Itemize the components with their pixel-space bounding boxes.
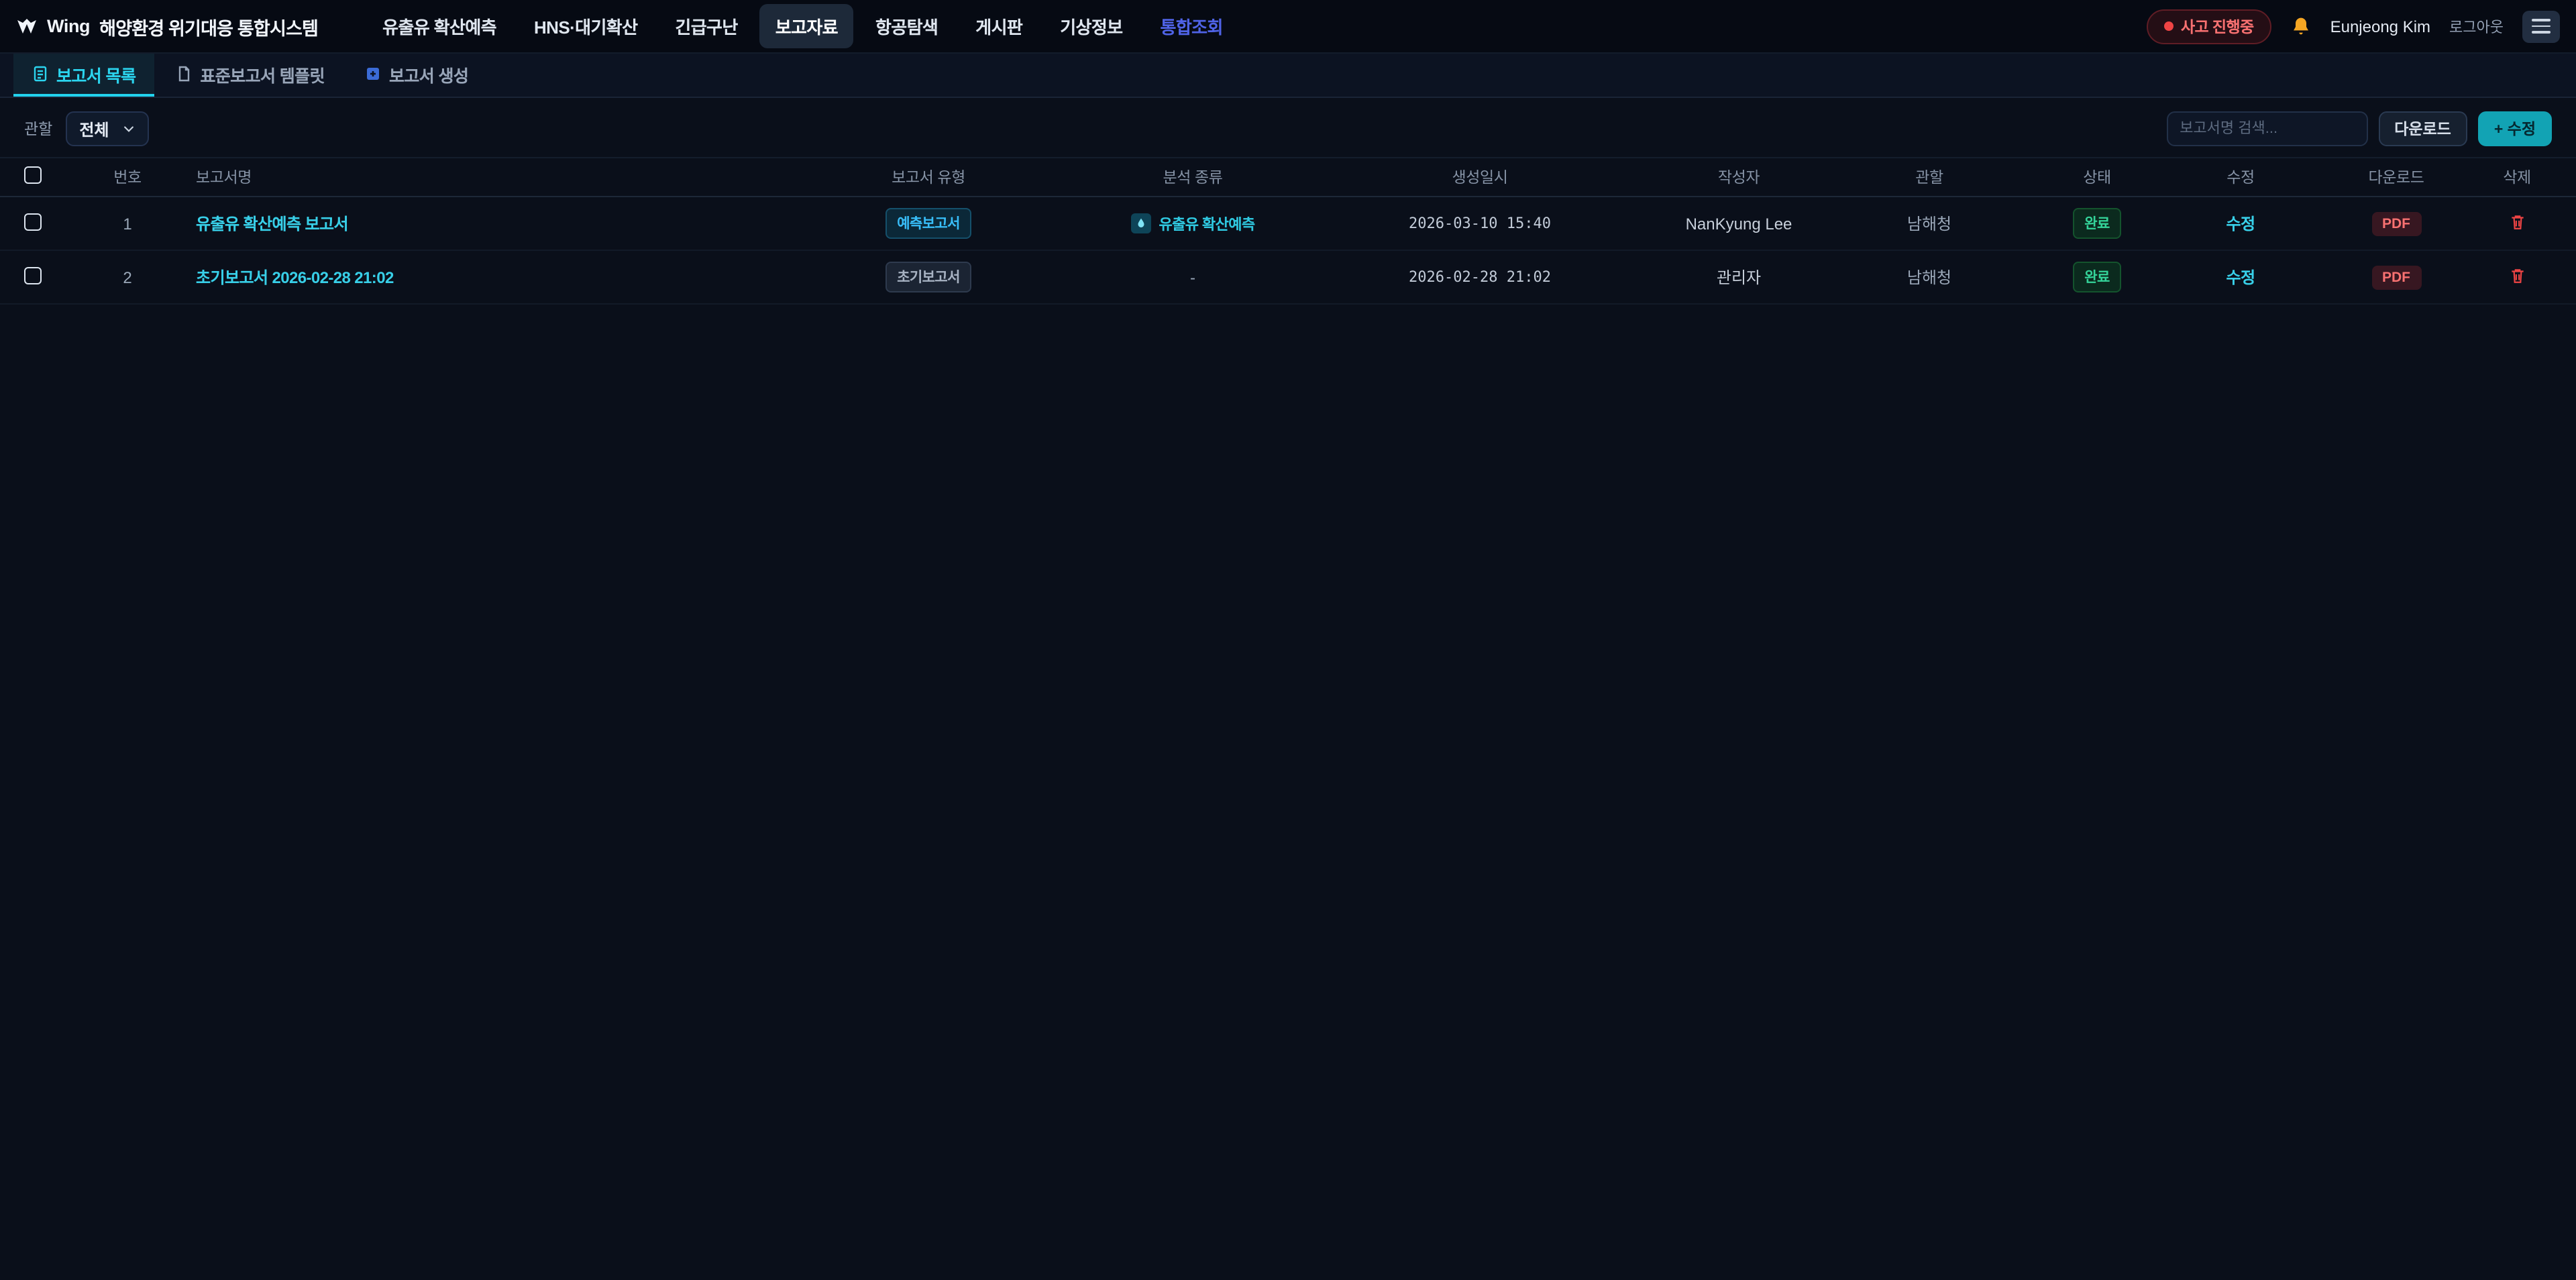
jurisdiction-select-value: 전체 <box>79 117 109 140</box>
brand-logo[interactable]: Wing 해양환경 위기대응 통합시스템 <box>16 13 318 40</box>
row-checkbox[interactable] <box>24 266 42 284</box>
status-badge: 완료 <box>2072 262 2121 292</box>
header-type: 보고서 유형 <box>765 166 1092 188</box>
app-root: Wing 해양환경 위기대응 통합시스템 유출유 확산예측 HNS·대기확산 긴… <box>0 0 2576 1280</box>
header-author: 작성자 <box>1666 166 1811 188</box>
tab-create-report-label: 보고서 생성 <box>389 61 468 87</box>
report-table: 번호 보고서명 보고서 유형 분석 종류 생성일시 작성자 관할 상태 수정 다… <box>0 157 2576 305</box>
document-template-icon <box>176 66 192 82</box>
top-navigation-bar: Wing 해양환경 위기대응 통합시스템 유출유 확산예측 HNS·대기확산 긴… <box>0 0 2576 54</box>
pdf-download-button[interactable]: PDF <box>2371 211 2421 235</box>
nav-item-aerial-search[interactable]: 항공탐색 <box>859 4 954 48</box>
incident-dot-icon <box>2163 21 2173 31</box>
report-name-link[interactable]: 초기보고서 2026-02-28 21:02 <box>196 268 394 287</box>
hamburger-menu-button[interactable] <box>2522 10 2560 42</box>
brand-name: Wing <box>47 16 90 36</box>
nav-item-weather[interactable]: 기상정보 <box>1044 4 1138 48</box>
tab-report-list[interactable]: 보고서 목록 <box>13 54 154 97</box>
row-number: 1 <box>78 214 177 233</box>
nav-item-board[interactable]: 게시판 <box>959 4 1038 48</box>
edit-link[interactable]: 수정 <box>2226 215 2255 233</box>
hamburger-icon <box>2532 19 2551 21</box>
header-delete: 삭제 <box>2458 166 2576 188</box>
trash-icon <box>2508 266 2526 284</box>
wing-logo-icon <box>16 17 38 36</box>
header-no: 번호 <box>78 166 177 188</box>
tab-standard-template[interactable]: 표준보고서 템플릿 <box>157 54 343 97</box>
author-name: 관리자 <box>1666 266 1811 288</box>
logout-button[interactable]: 로그아웃 <box>2449 15 2504 37</box>
created-datetime: 2026-02-28 21:02 <box>1293 268 1666 286</box>
add-edit-button[interactable]: + 수정 <box>2478 111 2552 146</box>
report-type-badge: 예측보고서 <box>885 208 972 239</box>
header-jurisdiction: 관할 <box>1811 166 2047 188</box>
download-button[interactable]: 다운로드 <box>2378 111 2467 146</box>
header-name: 보고서명 <box>177 166 765 188</box>
author-name: NanKyung Lee <box>1666 214 1811 233</box>
jurisdiction-select[interactable]: 전체 <box>66 111 149 146</box>
incident-status-label: 사고 진행중 <box>2181 15 2254 37</box>
notifications-button[interactable] <box>2290 15 2312 37</box>
nav-item-reports[interactable]: 보고자료 <box>759 4 854 48</box>
delete-button[interactable] <box>2508 266 2526 284</box>
select-all-checkbox[interactable] <box>24 166 42 184</box>
filter-toolbar: 관할 전체 다운로드 + 수정 <box>0 98 2576 157</box>
chevron-down-icon <box>123 122 136 136</box>
row-checkbox[interactable] <box>24 213 42 230</box>
status-badge: 완료 <box>2072 208 2121 239</box>
delete-button[interactable] <box>2508 213 2526 230</box>
nav-item-rescue[interactable]: 긴급구난 <box>659 4 753 48</box>
document-list-icon <box>32 66 48 82</box>
nav-item-integrated-search[interactable]: 통합조회 <box>1144 4 1239 48</box>
nav-item-hns[interactable]: HNS·대기확산 <box>518 4 653 48</box>
edit-link[interactable]: 수정 <box>2226 268 2255 287</box>
table-row: 1 유출유 확산예측 보고서 예측보고서 유출유 확산예측 2026-03-10… <box>0 197 2576 251</box>
empty-content-area <box>0 305 2576 1280</box>
jurisdiction-value: 남해청 <box>1811 212 2047 235</box>
tab-report-list-label: 보고서 목록 <box>56 61 136 87</box>
report-search-input[interactable] <box>2166 111 2367 146</box>
tab-create-report[interactable]: 보고서 생성 <box>346 54 487 97</box>
pdf-download-button[interactable]: PDF <box>2371 265 2421 289</box>
header-download: 다운로드 <box>2334 166 2458 188</box>
report-name-link[interactable]: 유출유 확산예측 보고서 <box>196 215 348 233</box>
nav-item-oil-spill[interactable]: 유출유 확산예측 <box>366 4 513 48</box>
header-status: 상태 <box>2047 166 2147 188</box>
report-type-badge: 초기보고서 <box>885 262 972 292</box>
jurisdiction-value: 남해청 <box>1811 266 2047 288</box>
app-title: 해양환경 위기대응 통합시스템 <box>99 13 318 40</box>
create-report-icon <box>365 66 381 82</box>
topbar-right: 사고 진행중 Eunjeong Kim 로그아웃 <box>2146 9 2560 44</box>
created-datetime: 2026-03-10 15:40 <box>1293 215 1666 232</box>
analysis-type-label: 유출유 확산예측 <box>1159 213 1255 234</box>
bell-icon <box>2290 15 2312 37</box>
header-analysis: 분석 종류 <box>1092 166 1293 188</box>
filter-right-group: 다운로드 + 수정 <box>2166 111 2552 146</box>
table-header-row: 번호 보고서명 보고서 유형 분석 종류 생성일시 작성자 관할 상태 수정 다… <box>0 157 2576 197</box>
tab-standard-template-label: 표준보고서 템플릿 <box>200 61 325 87</box>
header-edit: 수정 <box>2147 166 2334 188</box>
header-created: 생성일시 <box>1293 166 1666 188</box>
table-row: 2 초기보고서 2026-02-28 21:02 초기보고서 - 2026-02… <box>0 251 2576 305</box>
jurisdiction-filter-label: 관할 <box>24 118 52 140</box>
main-nav: 유출유 확산예측 HNS·대기확산 긴급구난 보고자료 항공탐색 게시판 기상정… <box>366 4 1239 48</box>
incident-status-badge[interactable]: 사고 진행중 <box>2146 9 2271 44</box>
report-tabs: 보고서 목록 표준보고서 템플릿 보고서 생성 <box>0 54 2576 98</box>
analysis-type: 유출유 확산예측 <box>1131 213 1255 234</box>
trash-icon <box>2508 213 2526 230</box>
droplet-icon <box>1131 213 1151 233</box>
user-name: Eunjeong Kim <box>2330 17 2430 36</box>
analysis-type: - <box>1092 268 1293 286</box>
row-number: 2 <box>78 268 177 286</box>
